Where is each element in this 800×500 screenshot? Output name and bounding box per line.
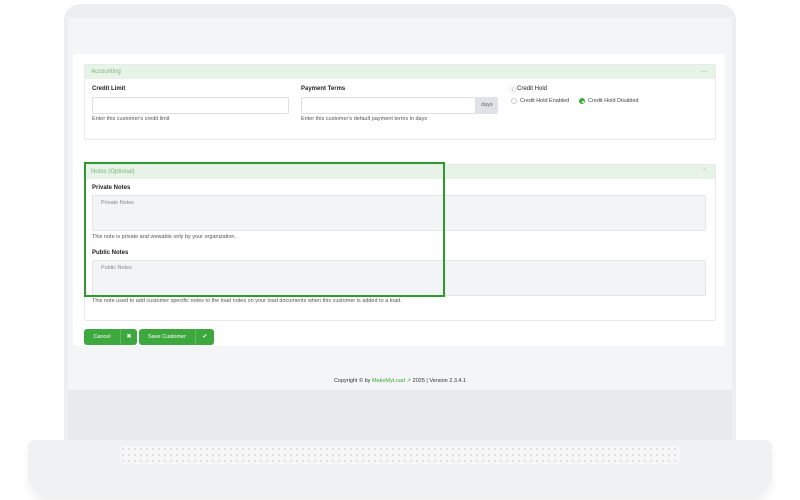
accounting-section-title: Accounting bbox=[91, 69, 121, 75]
credit-hold-label: Credit Hold bbox=[517, 86, 548, 92]
save-customer-button[interactable]: Save Customer ✔ bbox=[139, 329, 214, 345]
help-circle-icon[interactable]: ⓘ bbox=[510, 86, 516, 94]
credit-hold-enabled-label[interactable]: Credit Hold Enabled bbox=[520, 98, 569, 104]
cancel-button-label: Cancel bbox=[93, 334, 111, 340]
credit-limit-input[interactable] bbox=[92, 97, 289, 114]
accounting-section: Accounting — Credit Limit Enter this cus… bbox=[84, 64, 716, 140]
external-link-icon: ↗ bbox=[406, 378, 412, 384]
accounting-section-header[interactable]: Accounting — bbox=[85, 65, 715, 79]
credit-hold-enabled-radio[interactable] bbox=[511, 98, 517, 104]
chevron-up-icon[interactable]: — bbox=[701, 65, 707, 79]
brand-link[interactable]: MakeMyLoad bbox=[372, 378, 405, 384]
screen-bezel-bottom bbox=[68, 390, 732, 440]
public-notes-help: This note used to add customer specific … bbox=[92, 298, 402, 304]
laptop-keyboard bbox=[120, 446, 680, 464]
close-icon: ✖ bbox=[126, 334, 132, 340]
payment-terms-help: Enter this customer's default payment te… bbox=[301, 116, 428, 122]
credit-hold-disabled-label[interactable]: Credit Hold Disabled bbox=[588, 98, 638, 104]
credit-limit-help: Enter this customer's credit limit bbox=[92, 116, 170, 122]
check-icon: ✔ bbox=[202, 334, 208, 340]
save-button-label: Save Customer bbox=[148, 334, 186, 340]
credit-hold-disabled-radio[interactable] bbox=[579, 98, 585, 104]
notes-highlight-box bbox=[84, 162, 445, 297]
payment-terms-label: Payment Terms bbox=[301, 86, 346, 92]
payment-terms-input[interactable] bbox=[301, 97, 476, 114]
credit-limit-label: Credit Limit bbox=[92, 86, 126, 92]
chevron-up-icon[interactable]: ⌃ bbox=[702, 165, 707, 179]
cancel-button[interactable]: Cancel ✖ bbox=[84, 329, 137, 345]
footer-copyright: Copyright © by MakeMyLoad ↗ 2025 | Versi… bbox=[333, 378, 467, 384]
payment-terms-days-addon: days bbox=[476, 97, 498, 114]
